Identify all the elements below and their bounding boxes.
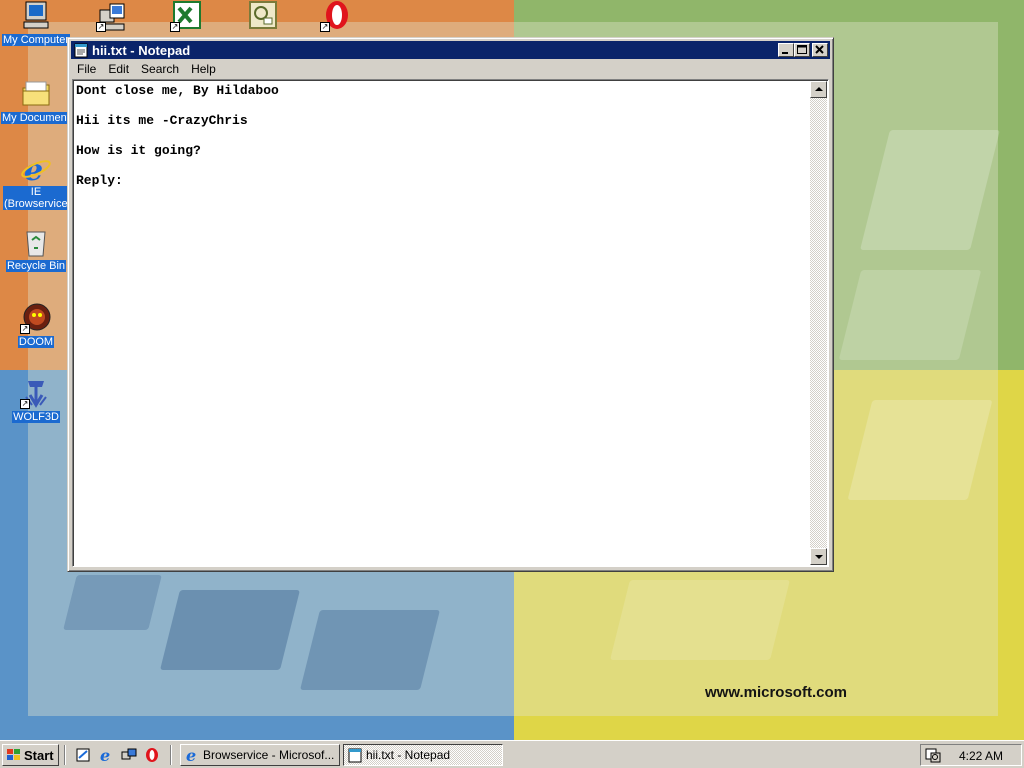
close-icon xyxy=(815,45,824,54)
task-label: hii.txt - Notepad xyxy=(366,748,451,762)
my-documents-label: My Documents xyxy=(1,112,77,124)
ie-icon: e xyxy=(20,152,52,188)
text-content[interactable]: Dont close me, By Hildaboo Hii its me -C… xyxy=(76,83,808,563)
clock[interactable]: 4:22 AM xyxy=(959,749,1003,763)
taskbar-separator xyxy=(170,745,172,765)
menu-file[interactable]: File xyxy=(71,62,102,76)
taskbar-separator xyxy=(64,745,66,765)
doom-icon: ↗ xyxy=(20,302,52,334)
doom-shortcut[interactable]: ↗ DOOM xyxy=(1,302,71,348)
arrow-down-icon xyxy=(815,555,823,559)
taskbar: Start e e Browservice - Microsof... hii.… xyxy=(0,740,1024,768)
doom-label: DOOM xyxy=(17,336,55,348)
my-computer-label: My Computer xyxy=(1,34,71,46)
menu-search[interactable]: Search xyxy=(135,62,185,76)
title-bar[interactable]: hii.txt - Notepad xyxy=(71,41,830,59)
wolf3d-label: WOLF3D xyxy=(12,411,60,423)
window-title: hii.txt - Notepad xyxy=(92,42,191,58)
desktop: www.microsoft.com My Computer ↗ ↗ ↗ My D… xyxy=(0,0,1024,740)
notepad-window[interactable]: hii.txt - Notepad File Edit Search Help xyxy=(67,37,834,572)
shortcut-arrow-icon: ↗ xyxy=(20,324,30,334)
svg-text:e: e xyxy=(100,747,110,763)
notepad-icon xyxy=(347,747,363,763)
close-button[interactable] xyxy=(812,43,828,57)
menu-edit[interactable]: Edit xyxy=(102,62,135,76)
text-line: Reply: xyxy=(76,173,123,188)
ie-icon[interactable]: e xyxy=(98,746,114,765)
show-desktop-icon[interactable] xyxy=(75,747,91,763)
wallpaper-tile xyxy=(300,610,440,690)
excel-shortcut-icon: ↗ xyxy=(170,0,202,32)
my-documents-shortcut[interactable]: My Documents xyxy=(1,78,77,124)
network-icon[interactable] xyxy=(121,747,137,763)
folder-icon xyxy=(20,78,52,110)
recycle-bin-icon xyxy=(20,226,52,258)
scroll-up-button[interactable] xyxy=(810,81,827,98)
maximize-button[interactable] xyxy=(794,43,810,57)
opera-shortcut[interactable]: ↗ xyxy=(301,0,371,32)
text-line: Hii its me -CrazyChris xyxy=(76,113,248,128)
windows-logo-icon xyxy=(6,748,22,762)
outlook-shortcut-icon xyxy=(246,0,278,32)
task-notepad[interactable]: hii.txt - Notepad xyxy=(343,744,503,766)
wallpaper-tile xyxy=(63,575,162,630)
wallpaper-tile xyxy=(838,270,982,360)
text-line: How is it going? xyxy=(76,143,201,158)
wolf3d-icon: ↗ xyxy=(20,377,52,409)
ie-icon: e xyxy=(184,746,200,765)
menu-help[interactable]: Help xyxy=(185,62,222,76)
computer-icon xyxy=(20,0,52,32)
scheduler-icon[interactable] xyxy=(925,747,941,763)
wallpaper-watermark: www.microsoft.com xyxy=(705,684,847,701)
arrow-up-icon xyxy=(815,87,823,91)
outlook-shortcut[interactable] xyxy=(227,0,297,32)
minimize-button[interactable] xyxy=(778,43,794,57)
minimize-icon xyxy=(782,52,788,54)
vertical-scrollbar[interactable] xyxy=(810,81,827,565)
ie-browservice-shortcut[interactable]: e IE (Browservice) xyxy=(1,152,71,210)
wolf3d-shortcut[interactable]: ↗ WOLF3D xyxy=(1,377,71,423)
start-label: Start xyxy=(24,747,54,763)
network-shortcut-icon: ↗ xyxy=(96,0,128,32)
task-browservice[interactable]: e Browservice - Microsof... xyxy=(180,744,340,766)
maximize-icon xyxy=(797,45,807,54)
recycle-bin-shortcut[interactable]: Recycle Bin xyxy=(1,226,71,272)
wallpaper-tile xyxy=(847,400,993,500)
opera-icon[interactable] xyxy=(144,747,160,763)
text-line: Dont close me, By Hildaboo xyxy=(76,83,279,98)
excel-shortcut[interactable]: ↗ xyxy=(151,0,221,32)
svg-text:e: e xyxy=(186,747,196,763)
wallpaper-tile xyxy=(160,590,300,670)
opera-shortcut-icon: ↗ xyxy=(320,0,352,32)
notepad-icon xyxy=(73,42,89,58)
network-shortcut[interactable]: ↗ xyxy=(77,0,147,32)
shortcut-arrow-icon: ↗ xyxy=(20,399,30,409)
text-editor-area[interactable]: Dont close me, By Hildaboo Hii its me -C… xyxy=(72,79,829,567)
recycle-bin-label: Recycle Bin xyxy=(5,260,67,272)
shortcut-arrow-icon: ↗ xyxy=(320,22,330,32)
wallpaper-tile xyxy=(610,580,790,660)
shortcut-arrow-icon: ↗ xyxy=(170,22,180,32)
my-computer-shortcut[interactable]: My Computer xyxy=(1,0,71,46)
menu-bar: File Edit Search Help xyxy=(71,60,830,78)
shortcut-arrow-icon: ↗ xyxy=(96,22,106,32)
system-tray: 4:22 AM xyxy=(920,744,1022,766)
scroll-down-button[interactable] xyxy=(810,548,827,565)
ie-browservice-label: IE (Browservice) xyxy=(3,186,72,210)
start-button[interactable]: Start xyxy=(2,744,59,766)
task-label: Browservice - Microsof... xyxy=(203,748,335,762)
